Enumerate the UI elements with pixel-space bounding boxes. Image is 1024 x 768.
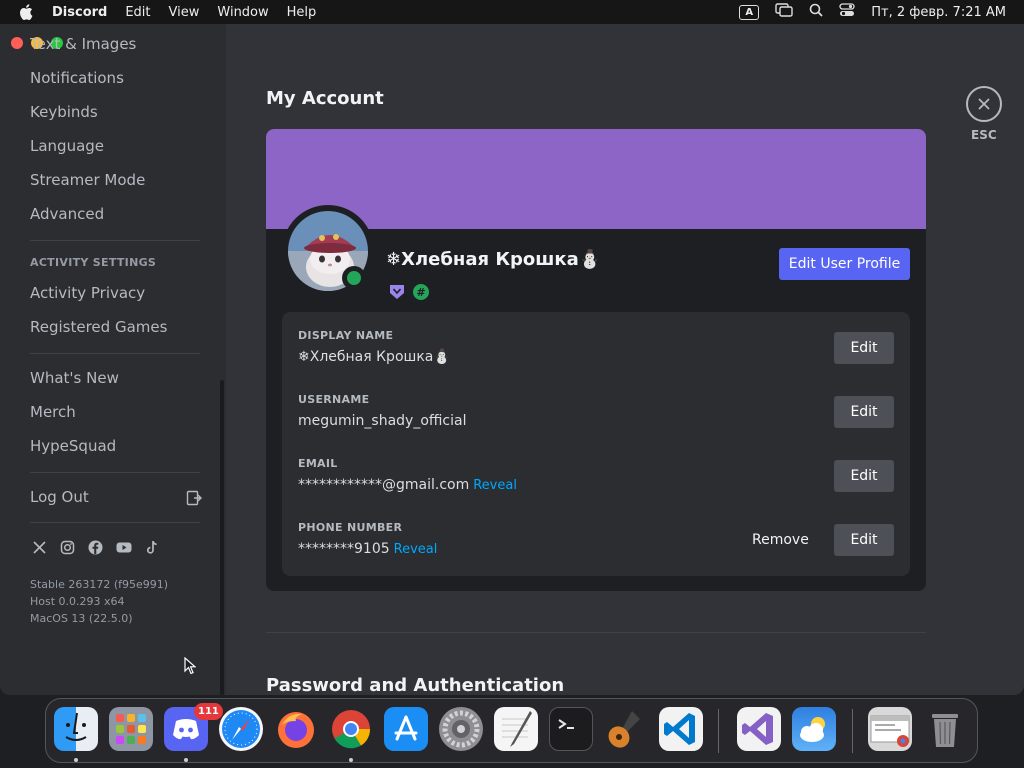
- username-label: USERNAME: [298, 393, 370, 406]
- remove-phone-button[interactable]: Remove: [752, 532, 809, 548]
- sidebar-item-logout[interactable]: Log Out: [30, 488, 89, 506]
- youtube-icon[interactable]: [116, 540, 132, 556]
- logout-icon: [186, 490, 202, 510]
- sidebar-heading-activity: ACTIVITY SETTINGS: [30, 256, 157, 269]
- menu-edit[interactable]: Edit: [125, 5, 150, 20]
- discord-notification-badge: 111: [194, 703, 223, 720]
- facebook-icon[interactable]: [88, 540, 104, 556]
- dock-separator: [718, 709, 719, 753]
- close-settings-button[interactable]: [966, 86, 1002, 122]
- sidebar-item-activity-privacy[interactable]: Activity Privacy: [30, 284, 145, 302]
- system-settings-icon[interactable]: [439, 707, 483, 751]
- display-name-value: ❄Хлебная Крошка⛄: [298, 349, 451, 365]
- sidebar-separator: [30, 472, 200, 473]
- reveal-phone-link[interactable]: Reveal: [394, 542, 438, 557]
- phone-value: ********9105: [298, 541, 390, 557]
- running-indicator: [349, 758, 353, 762]
- mouse-cursor-icon: [184, 656, 197, 679]
- originally-known-as-badge-icon[interactable]: #: [412, 283, 430, 301]
- sidebar-item-merch[interactable]: Merch: [30, 403, 76, 421]
- email-row: ************@gmail.com Reveal: [298, 477, 517, 493]
- terminal-icon[interactable]: [549, 707, 593, 751]
- safari-icon[interactable]: [219, 707, 263, 751]
- phone-label: PHONE NUMBER: [298, 521, 403, 534]
- close-icon: [978, 98, 990, 110]
- menu-window[interactable]: Window: [217, 5, 268, 20]
- garageband-icon[interactable]: [604, 707, 648, 751]
- window-close-button[interactable]: [11, 37, 23, 49]
- edit-phone-button[interactable]: Edit: [834, 524, 894, 556]
- hypesquad-badge-icon[interactable]: [388, 283, 406, 301]
- edit-email-button[interactable]: Edit: [834, 460, 894, 492]
- profile-name: ❄Хлебная Крошка⛄: [386, 249, 602, 270]
- edit-username-button[interactable]: Edit: [834, 396, 894, 428]
- svg-text:#: #: [416, 286, 425, 299]
- apple-icon[interactable]: [18, 4, 34, 20]
- password-section-title: Password and Authentication: [266, 675, 565, 695]
- input-source-indicator[interactable]: A: [739, 4, 760, 20]
- firefox-icon[interactable]: [274, 707, 318, 751]
- section-divider: [266, 632, 926, 633]
- menu-clock[interactable]: Пт, 2 февр. 7:21 AM: [871, 5, 1006, 20]
- finder-icon[interactable]: [54, 707, 98, 751]
- edit-user-profile-button[interactable]: Edit User Profile: [779, 248, 910, 280]
- sidebar-item-keybinds[interactable]: Keybinds: [30, 103, 98, 121]
- textedit-icon[interactable]: [494, 707, 538, 751]
- email-label: EMAIL: [298, 457, 338, 470]
- chrome-icon[interactable]: [329, 707, 373, 751]
- online-status-indicator: [342, 266, 366, 290]
- menu-app-name[interactable]: Discord: [52, 5, 107, 20]
- sidebar-scrollbar[interactable]: [220, 380, 224, 695]
- chrome-window-thumbnail[interactable]: [868, 707, 912, 751]
- spotlight-search-icon[interactable]: [809, 3, 823, 21]
- version-stable: Stable 263172 (f95e991): [30, 578, 169, 591]
- esc-label: ESC: [971, 128, 997, 142]
- weather-icon[interactable]: [792, 707, 836, 751]
- display-name-label: DISPLAY NAME: [298, 329, 394, 342]
- tiktok-icon[interactable]: [145, 540, 161, 556]
- edit-display-name-button[interactable]: Edit: [834, 332, 894, 364]
- sidebar-item-text-images[interactable]: Text & Images: [30, 35, 136, 53]
- reveal-email-link[interactable]: Reveal: [473, 478, 517, 493]
- menu-view[interactable]: View: [169, 5, 200, 20]
- visual-studio-icon[interactable]: [737, 707, 781, 751]
- version-host: Host 0.0.293 x64: [30, 595, 125, 608]
- sidebar-item-notifications[interactable]: Notifications: [30, 69, 124, 87]
- dock-separator: [852, 709, 853, 753]
- sidebar-separator: [30, 240, 200, 241]
- sidebar-separator: [30, 353, 200, 354]
- sidebar-item-registered-games[interactable]: Registered Games: [30, 318, 167, 336]
- running-indicator: [74, 758, 78, 762]
- email-value: ************@gmail.com: [298, 477, 470, 493]
- launchpad-icon[interactable]: [109, 707, 153, 751]
- control-center-icon[interactable]: [839, 3, 855, 21]
- instagram-icon[interactable]: [60, 540, 76, 556]
- sidebar-item-hypesquad[interactable]: HypeSquad: [30, 437, 116, 455]
- sidebar-separator: [30, 522, 200, 523]
- page-title: My Account: [266, 88, 384, 109]
- sidebar-item-language[interactable]: Language: [30, 137, 104, 155]
- dock: 111: [45, 698, 978, 763]
- x-icon[interactable]: [32, 540, 48, 556]
- settings-sidebar: Text & Images Notifications Keybinds Lan…: [0, 24, 226, 695]
- account-card: ❄Хлебная Крошка⛄ # Edit User Profile DIS…: [266, 129, 926, 591]
- profile-banner: [266, 129, 926, 229]
- running-indicator: [184, 758, 188, 762]
- settings-content: My Account ❄Хлебная Крошка⛄ # Edit User …: [226, 24, 1024, 695]
- menu-help[interactable]: Help: [287, 5, 317, 20]
- discord-window: Text & Images Notifications Keybinds Lan…: [0, 24, 1024, 695]
- sidebar-item-advanced[interactable]: Advanced: [30, 205, 104, 223]
- account-fields-panel: DISPLAY NAME ❄Хлебная Крошка⛄ Edit USERN…: [282, 312, 910, 576]
- sidebar-item-streamer-mode[interactable]: Streamer Mode: [30, 171, 145, 189]
- username-value: megumin_shady_official: [298, 413, 467, 429]
- version-os: MacOS 13 (22.5.0): [30, 612, 133, 625]
- menu-bar: Discord Edit View Window Help A Пт, 2 фе…: [0, 0, 1024, 24]
- sidebar-item-whats-new[interactable]: What's New: [30, 369, 119, 387]
- vscode-icon[interactable]: [659, 707, 703, 751]
- screen-mirroring-icon[interactable]: [775, 3, 793, 21]
- trash-icon[interactable]: [923, 707, 967, 751]
- app-store-icon[interactable]: [384, 707, 428, 751]
- phone-row: ********9105 Reveal: [298, 541, 437, 557]
